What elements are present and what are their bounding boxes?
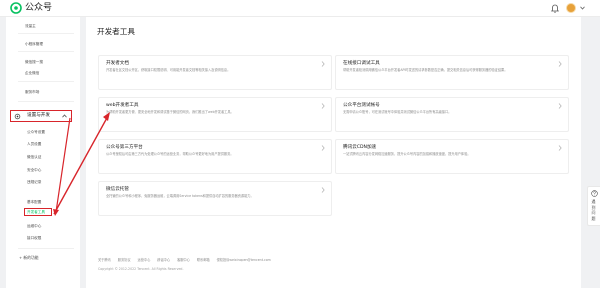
sidebar-group-settings-dev[interactable]: 设置与开发	[10, 110, 72, 122]
footer-link[interactable]: 服务协议	[118, 258, 131, 262]
card-desc: 开发者社区文档公开区，获取接口权限说明、可用能开发者文档等相关接入及说明信息。	[106, 68, 231, 72]
main-panel: 开发者工具 开发者文档 开发者社区文档公开区，获取接口权限说明、可用能开发者文档…	[86, 17, 581, 288]
footer-link[interactable]: 运营中心	[138, 258, 151, 262]
card-third-party-platform[interactable]: 公众号第三方平台 公众号授权后可由第三方代为处理公众号的运营业务，帮助公众号更好…	[98, 139, 332, 174]
chevron-right-icon	[321, 145, 325, 151]
card-title: 在线接口调试工具	[343, 61, 380, 66]
new-function-button[interactable]: + 新的功能	[19, 255, 39, 261]
sidebar-item-member-settings[interactable]: 人员设置	[27, 141, 41, 147]
gear-icon	[14, 113, 21, 119]
card-title: 开发者文档	[106, 61, 129, 66]
app-name[interactable]: 公众号	[25, 2, 52, 14]
card-cloud-hosting[interactable]: 微信云托管 全托管的公众号和小程序，免服务器运维，云端调用Service tok…	[98, 181, 332, 216]
chevron-right-icon	[558, 145, 562, 151]
bell-icon[interactable]	[551, 4, 559, 13]
card-desc: 为帮助开发者更方便、更安全地开发和调试基于微信的网页，我们推出了web开发者工具…	[106, 110, 234, 114]
card-desc: 帮助开发者检测调用微信公众平台开发者API时发送的请求参数是否正确，提交相关信息…	[343, 68, 508, 72]
page-title: 开发者工具	[97, 27, 135, 36]
sidebar-item-account-settings[interactable]: 公众号设置	[27, 129, 45, 135]
chevron-right-icon	[558, 61, 562, 67]
avatar[interactable]	[566, 3, 576, 13]
sidebar-item-violations[interactable]: 违规记录	[27, 179, 41, 185]
sidebar-item-ops-center[interactable]: 运维中心	[27, 223, 41, 229]
top-bar: 公众号	[0, 0, 600, 17]
sidebar-item-api-permissions[interactable]: 接口权限	[27, 235, 41, 241]
card-web-dev-tools[interactable]: web开发者工具 为帮助开发者更方便、更安全地开发和调试基于微信的网页，我们推出…	[98, 97, 332, 132]
sidebar-item-work-weixin[interactable]: 企业微信	[25, 70, 39, 76]
question-circle-icon	[590, 190, 598, 197]
card-test-account[interactable]: 公众平台测试帐号 无需申请公众账号，可在测试帐号中体验并测试微信公众平台所有高级…	[335, 97, 569, 132]
card-desc: 公众号授权后可由第三方代为处理公众号的运营业务，帮助公众号更好地为用户提供服务。	[106, 152, 234, 156]
sidebar-item-miniprogram[interactable]: 小程序管理	[25, 41, 43, 47]
card-title: web开发者工具	[106, 103, 139, 108]
wechat-official-logo[interactable]	[10, 2, 22, 14]
chevron-right-icon	[321, 103, 325, 109]
card-tencent-cdn[interactable]: 腾讯云CDN加速 一站式腾讯云内容分发网络加速服务，提升公众号内容的加载和播放速…	[335, 139, 569, 174]
card-title: 公众号第三方平台	[106, 145, 143, 150]
help-label: 遇到问题	[591, 199, 596, 221]
chevron-right-icon	[558, 103, 562, 109]
sidebar-item-basic-config[interactable]: 基本配置	[27, 199, 41, 205]
divider	[18, 81, 74, 82]
divider	[18, 248, 74, 249]
card-desc: 一站式腾讯云内容分发网络加速服务，提升公众号内容的加载和播放速度，提升用户体验。	[343, 152, 471, 156]
divider	[18, 51, 74, 52]
footer-link[interactable]: 辟谣中心	[157, 258, 170, 262]
sidebar-group-label: 设置与开发	[27, 112, 50, 118]
footer-link[interactable]: 联系邮箱	[197, 258, 210, 262]
sidebar: 流量主 小程序管理 微信搜一搜 企业微信 服务市场 设置与开发 公众号设置 人员…	[6, 17, 80, 288]
chevron-right-icon	[321, 187, 325, 193]
card-title: 微信云托管	[106, 187, 129, 192]
sidebar-item-security-center[interactable]: 安全中心	[27, 167, 41, 173]
card-title: 腾讯云CDN加速	[343, 145, 377, 150]
help-float-button[interactable]: 遇到问题	[587, 186, 600, 226]
sidebar-item-verification[interactable]: 微信认证	[27, 154, 41, 160]
card-api-debug-tool[interactable]: 在线接口调试工具 帮助开发者检测调用微信公众平台开发者API时发送的请求参数是否…	[335, 55, 569, 90]
sidebar-item-liuliangzhu[interactable]: 流量主	[25, 23, 36, 29]
card-desc: 全托管的公众号和小程序，免服务器运维，云端调用Service tokens和提供…	[106, 194, 254, 198]
card-desc: 无需申请公众账号，可在测试帐号中体验并测试微信公众平台所有高级接口。	[343, 110, 452, 114]
divider	[18, 33, 74, 34]
sidebar-item-weixin-search[interactable]: 微信搜一搜	[25, 59, 43, 65]
chevron-down-icon[interactable]	[580, 6, 585, 10]
divider	[18, 101, 74, 102]
chevron-right-icon	[321, 61, 325, 67]
copyright: Copyright © 2012-2022 Tencent. All Right…	[98, 267, 184, 271]
footer-link[interactable]: 侵权投诉weixinopen@tencent.com	[217, 258, 271, 262]
footer-link[interactable]: 客服中心	[177, 258, 190, 262]
sidebar-item-service-market[interactable]: 服务市场	[25, 89, 39, 95]
chevron-up-icon	[62, 114, 67, 118]
sidebar-item-dev-tools[interactable]: 开发者工具	[27, 210, 45, 215]
footer-links: 关于腾讯 服务协议 运营中心 辟谣中心 客服中心 联系邮箱 侵权投诉weixin…	[98, 258, 277, 263]
footer-link[interactable]: 关于腾讯	[98, 258, 111, 262]
card-developer-docs[interactable]: 开发者文档 开发者社区文档公开区，获取接口权限说明、可用能开发者文档等相关接入及…	[98, 55, 332, 90]
card-title: 公众平台测试帐号	[343, 103, 380, 108]
